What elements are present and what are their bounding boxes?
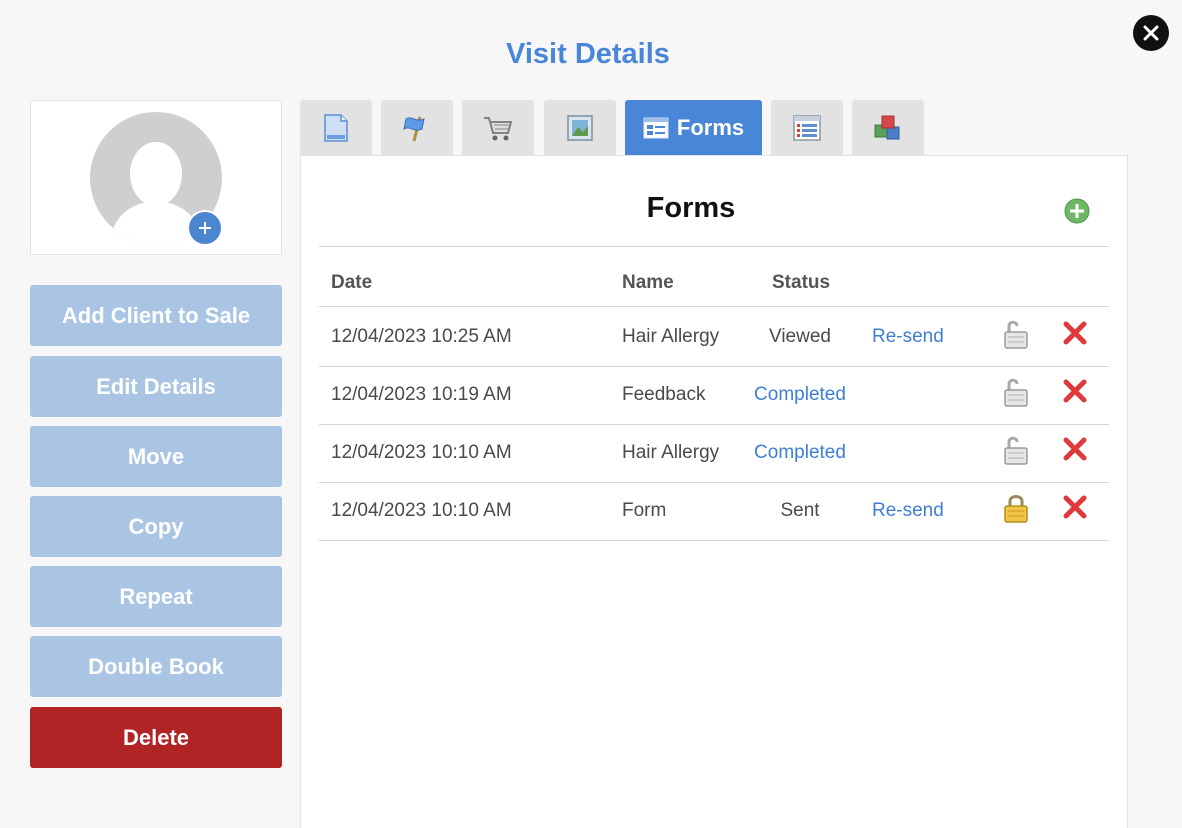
form-status: Sent [780, 500, 820, 521]
tab-forms-label: Forms [676, 115, 745, 140]
delete-icon[interactable] [1062, 494, 1088, 520]
delete-button[interactable]: Delete [30, 707, 282, 768]
unlocked-padlock-icon[interactable] [1002, 376, 1030, 408]
divider [319, 424, 1109, 425]
add-photo-button[interactable] [187, 210, 223, 246]
tab-photos[interactable] [544, 100, 616, 156]
form-date: 12/04/2023 10:10 AM [331, 442, 512, 463]
form-name: Feedback [622, 384, 706, 405]
copy-button[interactable]: Copy [30, 496, 282, 557]
form-icon [643, 117, 669, 139]
boxes-icon [874, 115, 900, 140]
cart-icon [484, 117, 513, 141]
column-header-name: Name [622, 272, 674, 293]
column-header-status: Status [772, 272, 831, 293]
edit-details-button[interactable]: Edit Details [30, 356, 282, 417]
tab-forms[interactable]: Forms [625, 100, 762, 156]
move-button[interactable]: Move [30, 426, 282, 487]
page-title: Visit Details [506, 38, 670, 70]
tab-cart[interactable] [462, 100, 534, 156]
divider [319, 540, 1109, 541]
delete-icon[interactable] [1062, 436, 1088, 462]
divider [319, 246, 1109, 247]
unlocked-padlock-icon[interactable] [1002, 318, 1030, 350]
form-date: 12/04/2023 10:19 AM [331, 384, 512, 405]
tab-flags[interactable] [381, 100, 453, 156]
divider [319, 482, 1109, 483]
client-avatar-panel [30, 100, 282, 255]
divider [319, 366, 1109, 367]
column-header-date: Date [331, 272, 373, 293]
picture-icon [567, 115, 593, 141]
plus-icon [199, 222, 211, 234]
tab-details[interactable] [300, 100, 372, 156]
form-name: Hair Allergy [622, 326, 720, 347]
document-icon [324, 114, 348, 142]
flag-icon [403, 116, 425, 142]
add-form-button[interactable] [1064, 198, 1090, 224]
form-name: Hair Allergy [622, 442, 720, 463]
locked-padlock-icon[interactable] [1002, 492, 1030, 524]
form-name: Form [622, 500, 667, 521]
delete-icon[interactable] [1062, 378, 1088, 404]
visit-details-dialog: Visit Details Add Client to Sale Edit De… [0, 0, 1182, 828]
double-book-button[interactable]: Double Book [30, 636, 282, 697]
tab-products[interactable] [852, 100, 924, 156]
divider [319, 306, 1109, 307]
forms-heading: Forms [646, 192, 736, 224]
form-status-link[interactable]: Completed [734, 442, 866, 464]
resend-link[interactable]: Re-send [872, 500, 944, 522]
delete-icon[interactable] [1062, 320, 1088, 346]
repeat-button[interactable]: Repeat [30, 566, 282, 627]
form-date: 12/04/2023 10:10 AM [331, 500, 512, 521]
list-icon [793, 115, 821, 141]
add-client-to-sale-button[interactable]: Add Client to Sale [30, 285, 282, 346]
unlocked-padlock-icon[interactable] [1002, 434, 1030, 466]
form-status: Viewed [769, 326, 831, 347]
resend-link[interactable]: Re-send [872, 326, 944, 348]
forms-panel: Forms Date Name Status 12/04/2023 10:25 … [300, 155, 1128, 828]
form-date: 12/04/2023 10:25 AM [331, 326, 512, 347]
tab-list[interactable] [771, 100, 843, 156]
form-status-link[interactable]: Completed [734, 384, 866, 406]
